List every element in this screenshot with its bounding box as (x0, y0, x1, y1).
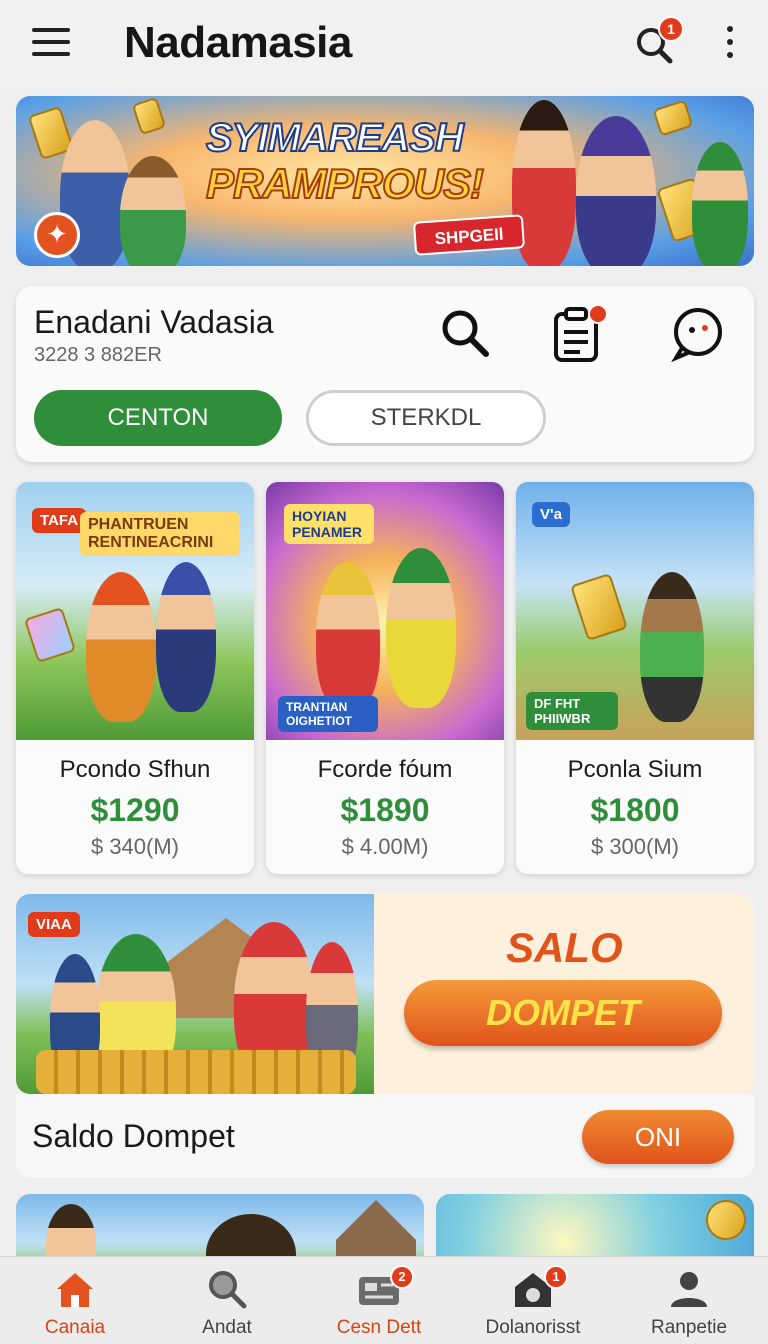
bottom-navigation: Canaia Andat 2 Cesn Dett 1 Dolanorisst R… (0, 1256, 768, 1344)
search-icon[interactable] (436, 304, 496, 364)
person-icon (671, 1272, 707, 1307)
product-tag: V'a (532, 502, 570, 527)
nav-item-dolanorisst[interactable]: 1 Dolanorisst (458, 1257, 608, 1344)
nav-label: Dolanorisst (485, 1317, 581, 1338)
nav-badge: 2 (390, 1265, 414, 1289)
nav-item-search[interactable]: Andat (152, 1257, 302, 1344)
product-subprice: $ 340(M) (90, 834, 180, 859)
sterkdl-button[interactable]: STERKDL (306, 390, 546, 446)
nav-label: Cesn Dett (336, 1317, 422, 1338)
section-title: Saldo Dompet (32, 1118, 235, 1154)
top-app-bar: Nadamasia 1 (0, 0, 768, 88)
hero-subtitle: PRAMPROUS! (205, 159, 485, 208)
more-options-icon[interactable] (720, 26, 740, 66)
nav-badge: 1 (544, 1265, 568, 1289)
chat-face-icon[interactable] (668, 304, 728, 364)
nav-label: Canaia (44, 1317, 106, 1338)
product-tag: HOYIAN PENAMER (284, 504, 374, 544)
hero-banner[interactable]: SYIMAREASH PRAMPROUS! SHPGEIl ✦ (16, 96, 754, 266)
profile-name: Enadani Vadasia (34, 304, 274, 340)
notification-badge: 1 (658, 16, 684, 42)
centon-button[interactable]: CENTON (34, 390, 282, 446)
saldo-section: Saldo Dompet ONI (16, 1094, 754, 1178)
product-card[interactable]: TAFA PHANTRUEN RENTINEACRINI Pcondo Sfhu… (16, 482, 254, 874)
product-tag: TAFA (32, 508, 87, 533)
promo-image: VIAA (16, 894, 374, 1094)
product-subprice: $ 4.00M) (341, 834, 429, 859)
profile-card: Enadani Vadasia 3228 3 882ER CENTON STER… (16, 286, 754, 462)
home-icon (57, 1273, 93, 1307)
search-icon (209, 1271, 247, 1309)
plus-icon[interactable]: ✦ (34, 212, 80, 258)
product-card[interactable]: V'a DF FHT PHIIWBR Pconla Sium $1800 $ 3… (516, 482, 754, 874)
product-price: $1290 (90, 792, 180, 828)
menu-icon[interactable] (32, 28, 70, 58)
product-image: TAFA PHANTRUEN RENTINEACRINI (16, 482, 254, 740)
hero-cta-button[interactable]: SHPGEIl (412, 214, 526, 256)
product-card[interactable]: HOYIAN PENAMER TRANTIAN OIGHETIOT Fcorde… (266, 482, 504, 874)
product-art-title: DF FHT PHIIWBR (526, 692, 618, 730)
product-art-title: PHANTRUEN RENTINEACRINI (80, 512, 240, 556)
product-name: Fcorde fóum (317, 756, 453, 783)
promo-title: SALO (506, 924, 623, 971)
product-price: $1890 (340, 792, 430, 828)
search-button[interactable]: 1 (632, 16, 684, 70)
nav-label: Ranpetie (650, 1317, 728, 1338)
nav-item-news[interactable]: 2 Cesn Dett (304, 1257, 454, 1344)
product-image: HOYIAN PENAMER TRANTIAN OIGHETIOT (266, 482, 504, 740)
dompet-button[interactable]: DOMPET (404, 980, 722, 1046)
profile-id: 3228 3 882ER (34, 344, 162, 366)
app-title: Nadamasia (124, 18, 352, 67)
nav-label: Andat (202, 1317, 252, 1338)
promo-tag: VIAA (28, 912, 80, 937)
clipboard-icon[interactable] (546, 304, 608, 364)
nav-item-profile[interactable]: Ranpetie (614, 1257, 764, 1344)
product-price: $1800 (590, 792, 680, 828)
hero-title: SYIMAREASH (205, 115, 465, 161)
product-subprice: $ 300(M) (590, 834, 680, 859)
product-name: Pcondo Sfhun (59, 756, 211, 783)
product-art-title: TRANTIAN OIGHETIOT (278, 696, 378, 732)
product-name: Pconla Sium (567, 756, 703, 783)
wallet-promo-banner[interactable]: VIAA SALO DOMPET (16, 894, 754, 1094)
product-image: V'a DF FHT PHIIWBR (516, 482, 754, 740)
on-toggle-button[interactable]: ONI (582, 1110, 734, 1164)
nav-item-home[interactable]: Canaia (0, 1257, 150, 1344)
